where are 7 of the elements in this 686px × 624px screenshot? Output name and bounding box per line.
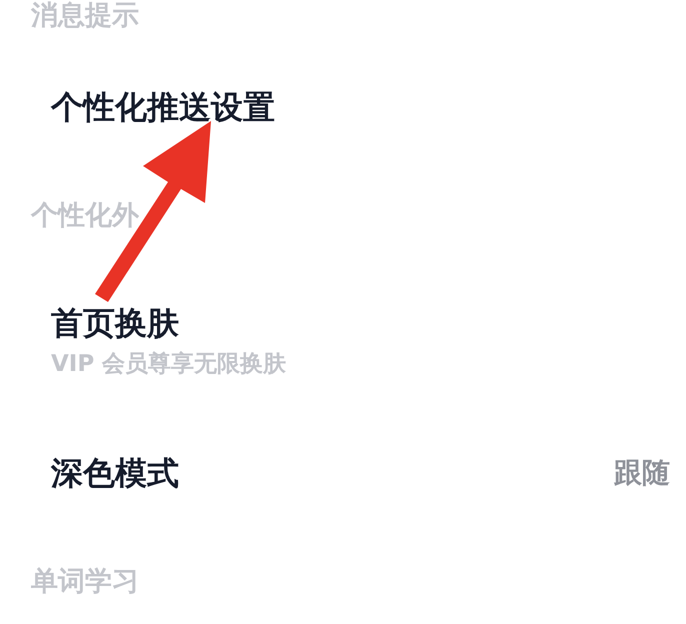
setting-subtitle: VIP 会员尊享无限换肤: [50, 350, 286, 378]
section-header: 单词学习: [30, 566, 139, 598]
setting-title[interactable]: 首页换肤: [51, 304, 179, 342]
section-header: 个性化外: [30, 200, 139, 232]
setting-title[interactable]: 深色模式: [51, 454, 179, 492]
setting-title[interactable]: 个性化推送设置: [51, 88, 275, 126]
section-header: 消息提示: [30, 0, 139, 32]
